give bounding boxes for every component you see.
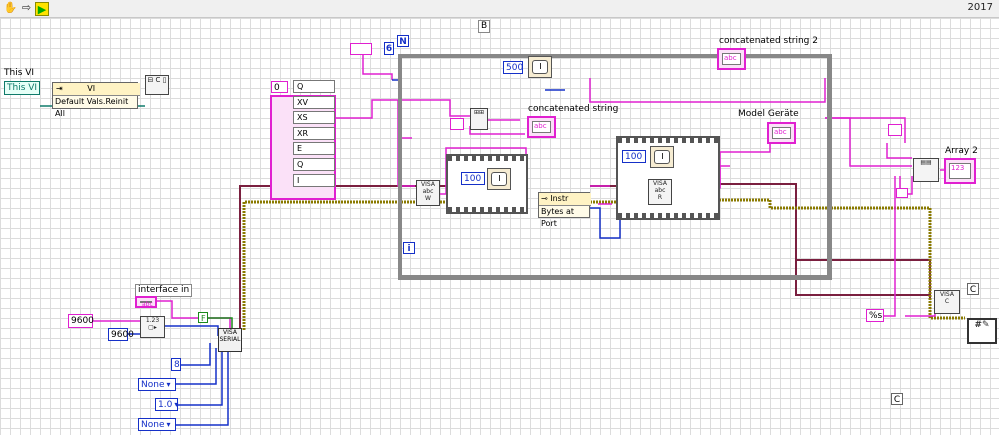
concat-string-2-label: concatenated string 2	[719, 36, 818, 46]
flow-control-ring[interactable]: None	[138, 418, 176, 431]
stop-bits-ring[interactable]: 1.0	[155, 398, 178, 411]
version-label: 2017	[967, 2, 993, 13]
loop-count-terminal: N	[397, 35, 409, 47]
baud-rate-control[interactable]: 9600	[68, 314, 94, 328]
array-element[interactable]: Q	[293, 158, 335, 171]
abc-text: abc	[140, 301, 153, 308]
toolbar: ✋ ⇨ ▶ 2017	[0, 0, 999, 18]
block-diagram-canvas[interactable]: This VI This VI ⇥ VI Default Vals.Reinit…	[0, 18, 999, 435]
wait-ms-constant-100a[interactable]: 100	[461, 172, 485, 185]
cr-lf-constant[interactable]	[450, 118, 464, 130]
loop-iteration-terminal: i	[403, 242, 415, 254]
bytes-at-port-label: Bytes at Port	[541, 207, 575, 228]
string-constant-tiny[interactable]	[896, 188, 908, 198]
wait-ms-constant-100b[interactable]: 100	[622, 150, 646, 163]
concat-string-2-indicator[interactable]: abc	[717, 48, 746, 70]
error-cluster-icon[interactable]: ⊟ C ▯	[145, 75, 169, 95]
abc-text: abc	[772, 127, 791, 139]
wait-ms-function-icon[interactable]	[528, 56, 552, 78]
array-element[interactable]: I	[293, 174, 335, 187]
write-to-file-icon[interactable]: #✎	[967, 318, 997, 344]
array-index-display[interactable]: 0	[271, 81, 288, 93]
wait-ms-function-icon-3[interactable]	[650, 146, 674, 168]
abc-text: abc	[532, 121, 551, 133]
array-2-indicator[interactable]: 123	[944, 158, 976, 184]
model-geraete-indicator[interactable]: abc	[767, 122, 796, 144]
arrow-icon[interactable]: ⇨	[19, 1, 34, 15]
this-vi-label: This VI	[4, 68, 35, 78]
invoke-node[interactable]: ⇥ VI Default Vals.Reinit All	[52, 82, 140, 118]
data-bits-constant[interactable]: 8	[171, 358, 181, 371]
array-element[interactable]: E	[293, 142, 335, 155]
array-2-label: Array 2	[945, 146, 978, 156]
property-node-class: ⊸ Instr	[539, 193, 591, 206]
parity-ring[interactable]: None	[138, 378, 176, 391]
visa-close-icon[interactable]: VISA C	[934, 290, 960, 314]
format-string-constant[interactable]: %s	[866, 309, 884, 322]
visa-read-icon[interactable]: VISA abc R	[648, 179, 672, 205]
number-to-string-icon[interactable]: 1.23 ▢▸	[140, 316, 165, 338]
wait-ms-function-icon-2[interactable]	[487, 168, 511, 190]
visa-configure-serial-icon[interactable]: VISA SERIAL	[218, 328, 242, 352]
baud-rate-constant[interactable]: 9600	[108, 328, 134, 341]
false-constant[interactable]: F	[198, 312, 208, 323]
case-selector-c-1[interactable]: C	[967, 283, 979, 295]
array-indicator-text: 123	[949, 163, 971, 179]
labview-block-diagram-window: ✋ ⇨ ▶ 2017 This VI This VI ⇥ VI Default …	[0, 0, 999, 435]
frame-label-b: B	[478, 20, 491, 33]
build-array-icon[interactable]: ▤▤	[913, 158, 939, 182]
wait-ms-constant[interactable]: 500	[503, 61, 523, 74]
array-element[interactable]: XV	[293, 96, 335, 109]
string-constant-small[interactable]	[888, 124, 902, 136]
visa-property-node[interactable]: ⊸ Instr Bytes at Port	[538, 192, 591, 228]
concatenate-strings-icon[interactable]: ⊞⊞	[470, 108, 488, 130]
concat-string-label: concatenated string	[528, 104, 619, 114]
this-vi-reference[interactable]: This VI	[4, 81, 40, 95]
hand-icon[interactable]: ✋	[3, 1, 18, 15]
loop-count-constant[interactable]: 6	[384, 42, 394, 55]
run-icon[interactable]: ▶	[35, 2, 49, 16]
invoke-class-text: VI	[87, 84, 96, 93]
instr-text: Instr	[550, 194, 569, 203]
interface-in-control[interactable]: abc	[135, 296, 157, 308]
this-vi-ref-text: This VI	[7, 83, 38, 93]
string-constant-empty[interactable]	[350, 43, 372, 55]
case-selector-c-2[interactable]: C	[891, 393, 903, 405]
invoke-node-class: ⇥ VI	[53, 83, 140, 96]
array-element[interactable]: XR	[293, 127, 335, 140]
abc-text: abc	[722, 53, 741, 65]
array-element[interactable]: XS	[293, 111, 335, 124]
model-geraete-label: Model Geräte	[738, 109, 799, 119]
concat-string-indicator[interactable]: abc	[527, 116, 556, 138]
array-element[interactable]: Q	[293, 80, 335, 93]
invoke-method-label: Default Vals.Reinit All	[55, 97, 129, 118]
visa-write-icon[interactable]: VISA abc W	[416, 180, 440, 206]
